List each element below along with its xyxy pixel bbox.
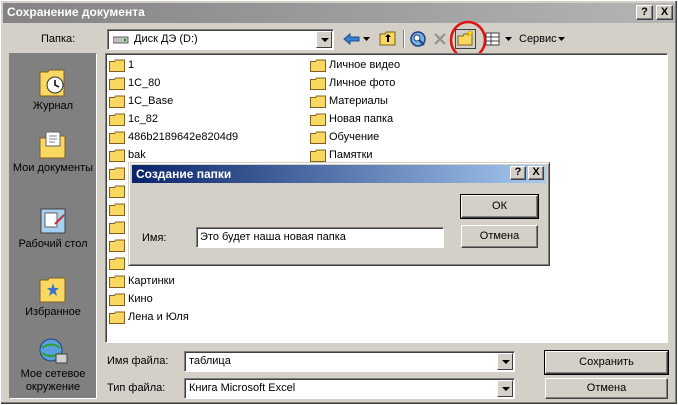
folder-icon [109,257,125,270]
dialog-close-button[interactable]: X [528,166,544,180]
folder-icon [310,131,326,144]
views-icon[interactable] [485,32,501,46]
list-item[interactable]: 1c_82 [109,111,158,128]
toolbar-separator [403,30,404,48]
window-titlebar: Сохранение документа ? X [3,3,675,23]
drive-icon [113,36,129,44]
folder-icon [109,239,125,252]
list-item[interactable]: Личное фото [310,75,395,92]
service-menu[interactable]: Сервис [519,33,557,45]
folder-icon [109,149,125,162]
my-documents-icon [39,131,66,159]
dialog-cancel-button[interactable]: Отмена [461,225,538,248]
filename-label: Имя файла: [107,355,169,367]
folder-icon [310,59,326,72]
folder-icon [109,95,125,108]
up-folder-icon[interactable] [379,30,397,47]
folder-value: Диск ДЭ (D:) [134,33,198,45]
desktop-icon [40,208,66,234]
folder-dropdown-arrow[interactable] [316,31,332,48]
place-favorites[interactable]: Избранное [10,274,96,318]
place-network[interactable]: Мое сетевое окружение [10,336,96,394]
folder-icon [310,95,326,108]
place-label: Мои документы [12,162,94,174]
folder-icon [310,149,326,162]
place-history[interactable]: Журнал [10,68,96,112]
filetype-combobox[interactable]: Книга Microsoft Excel [184,378,515,399]
search-web-icon[interactable] [409,30,429,48]
folder-label: Папка: [41,33,76,45]
folder-icon [109,221,125,234]
folder-name-input[interactable]: Это будет наша новая папка [196,227,444,248]
folder-icon [310,113,326,126]
filename-dropdown-arrow[interactable] [497,353,513,370]
filename-value: таблица [189,355,231,367]
back-dropdown-icon[interactable] [363,34,371,44]
folder-icon [109,275,125,288]
service-dropdown-icon[interactable] [558,36,566,44]
place-my-documents[interactable]: Мои документы [10,130,96,175]
filetype-value: Книга Microsoft Excel [189,382,296,394]
list-item[interactable]: 1C_Base [109,93,173,110]
cancel-button[interactable]: Отмена [545,378,668,399]
place-label: Мое сетевое окружение [20,368,86,393]
list-item[interactable]: Картинки [109,273,175,290]
back-arrow-icon[interactable] [343,32,361,46]
folder-icon [109,203,125,216]
places-bar: Журнал Мои документы Рабочий стол Избран… [9,53,97,399]
folder-icon [109,311,125,324]
history-icon [39,69,65,97]
filetype-dropdown-arrow[interactable] [497,380,513,397]
folder-combobox[interactable]: Диск ДЭ (D:) [107,29,334,50]
folder-icon [109,131,125,144]
list-item[interactable]: Личное видео [310,57,400,74]
new-folder-dialog: Создание папки ? X Имя: Это будет наша н… [128,162,550,266]
folder-icon [109,293,125,306]
filename-combobox[interactable]: таблица [184,351,515,372]
list-item[interactable]: Обучение [310,129,379,146]
list-item[interactable]: Кино [109,291,153,308]
folder-icon [109,59,125,72]
list-item[interactable]: 486b2189642e8204d9 [109,129,238,146]
delete-icon[interactable] [433,32,447,46]
dialog-help-button[interactable]: ? [510,166,526,180]
list-item[interactable]: Лена и Юля [109,309,189,326]
dialog-titlebar: Создание папки ? X [132,165,546,183]
filetype-label: Тип файла: [107,382,166,394]
folder-icon [109,167,125,180]
name-label: Имя: [142,232,167,244]
list-item[interactable]: Материалы [310,93,388,110]
dialog-title: Создание папки [136,167,232,181]
network-icon [39,338,68,364]
folder-icon [109,113,125,126]
close-button[interactable]: X [656,5,673,20]
place-desktop[interactable]: Рабочий стол [10,206,96,250]
folder-icon [109,77,125,90]
ok-button[interactable]: ОК [460,194,539,219]
place-label: Рабочий стол [18,238,88,250]
folder-name-value: Это будет наша новая папка [200,231,346,243]
folder-icon [109,185,125,198]
place-label: Избранное [25,306,81,318]
list-item[interactable]: 1 [109,57,134,74]
save-button[interactable]: Сохранить [544,350,669,375]
list-item[interactable]: Новая папка [310,111,393,128]
favorites-icon [39,277,66,303]
list-item[interactable]: 1C_80 [109,75,160,92]
window-title: Сохранение документа [7,5,145,19]
place-label: Журнал [32,100,74,112]
folder-icon [310,77,326,90]
help-button[interactable]: ? [636,5,653,20]
save-document-window: Сохранение документа ? X Папка: Диск ДЭ … [0,0,678,405]
views-dropdown-icon[interactable] [505,35,513,43]
